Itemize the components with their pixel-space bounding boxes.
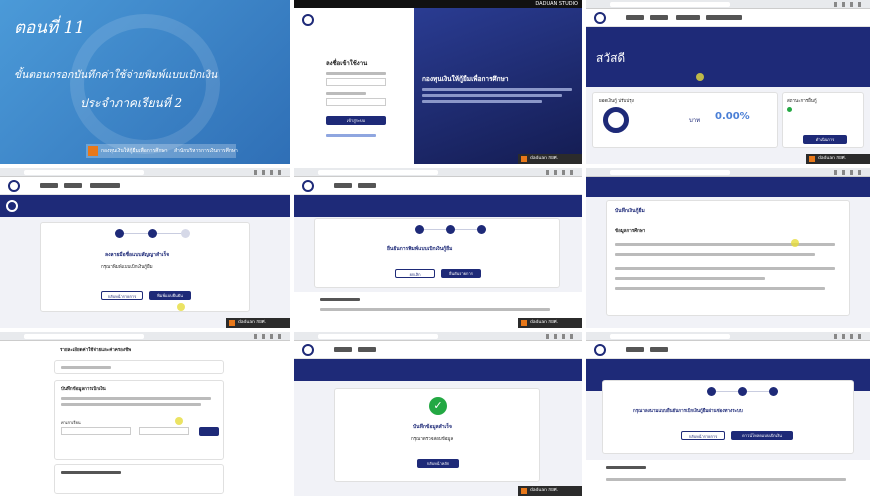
back-list-button[interactable]: กลับหน้ารายการ — [681, 431, 725, 440]
unit-label: บาท — [689, 117, 701, 124]
loan-info-section: ข้อมูลการศึกษา — [615, 229, 646, 234]
success-card: ✓ บันทึกข้อมูลสำเร็จ กรุณาตรวจสอบข้อมูล … — [334, 388, 540, 482]
form-heading: รายละเอียดค่าใช้จ่ายและค่าครองชีพ — [60, 348, 132, 353]
success-heading: บันทึกข้อมูลสำเร็จ — [413, 424, 452, 430]
print-card: กรุณาลงนามแบบยืนยันการเบิกเงินกู้ยืมผ่าน… — [602, 380, 854, 454]
cancel-button[interactable]: ยกเลิก — [395, 269, 435, 278]
download-form-button[interactable]: ดาวน์โหลดแบบเบิกเงิน — [731, 431, 793, 440]
progress-ring — [603, 107, 629, 133]
login-panel: ลงชื่อเข้าใช้งาน เข้าสู่ระบบ — [294, 8, 414, 164]
url-bar[interactable] — [610, 2, 730, 7]
home-button[interactable]: กลับหน้าหลัก — [417, 459, 459, 468]
form-card: บันทึกข้อมูลการเบิกเงิน ค่าเล่าเรียน — [54, 380, 224, 460]
print-heading: กรุณาลงนามแบบยืนยันการเบิกเงินกู้ยืมผ่าน… — [633, 409, 743, 414]
footer-bar: กองทุนเงินให้กู้ยืมเพื่อการศึกษา สำนักบร… — [86, 144, 238, 158]
logo-icon — [8, 180, 20, 192]
result-card: ลงลายมือชื่อแบบสัญญาสำเร็จ กรุณาพิมพ์แบบ… — [40, 222, 250, 312]
print-confirm-button[interactable]: พิมพ์แบบยืนยัน — [149, 291, 191, 300]
hero-band: สวัสดี — [586, 27, 870, 87]
expense-input-1[interactable] — [61, 427, 131, 435]
confirm-card: ยืนยันการพิมพ์แบบเบิกเงินกู้ยืม ยกเลิก ย… — [314, 218, 560, 288]
channel-stamp: daduan กยศ. — [518, 154, 582, 164]
title-heading-2: ประจำภาคเรียนที่ 2 — [80, 96, 183, 110]
greeting: สวัสดี — [596, 51, 626, 65]
confirm-button[interactable]: ยืนยันรายการ — [441, 269, 481, 278]
form-card-2 — [54, 464, 224, 494]
title-card: ตอนที่ 11 ขั้นตอนกรอกบันทึกค่าใช้จ่ายพิม… — [0, 0, 290, 164]
back-list-button[interactable]: กลับหน้ารายการ — [101, 291, 143, 300]
studio-label: DADUAN STUDIO — [535, 1, 578, 7]
signed-screen: ลงลายมือชื่อแบบสัญญาสำเร็จ กรุณาพิมพ์แบบ… — [0, 168, 290, 328]
episode-label: ตอนที่ 11 — [14, 18, 86, 38]
login-button[interactable]: เข้าสู่ระบบ — [326, 116, 386, 125]
logo-icon — [594, 12, 606, 24]
percent-value: 0.00% — [715, 111, 750, 122]
orange-logo-icon — [88, 146, 98, 156]
check-icon — [787, 107, 792, 112]
channel-stamp: daduan กยศ. — [518, 318, 582, 328]
success-screen: ✓ บันทึกข้อมูลสำเร็จ กรุณาตรวจสอบข้อมูล … — [294, 332, 582, 496]
login-title: ลงชื่อเข้าใช้งาน — [326, 60, 368, 67]
logo-icon — [6, 200, 18, 212]
result-heading: ลงลายมือชื่อแบบสัญญาสำเร็จ — [105, 252, 170, 258]
print-screen: กรุณาลงนามแบบยืนยันการเบิกเงินกู้ยืมผ่าน… — [586, 332, 870, 496]
history-table — [586, 460, 870, 496]
success-sub: กรุณาตรวจสอบข้อมูล — [411, 437, 454, 442]
loan-info-heading: บันทึกเงินกู้ยืม — [615, 208, 645, 214]
hero-title: กองทุนเงินให้กู้ยืมเพื่อการศึกษา — [422, 75, 509, 83]
username-input[interactable] — [326, 78, 386, 86]
loan-info-card: บันทึกเงินกู้ยืม ข้อมูลการศึกษา — [606, 200, 850, 316]
status-card: สถานะการยื่นกู้ ดำเนินการ — [782, 92, 864, 148]
top-nav — [586, 9, 870, 27]
confirm-screen: ยืนยันการพิมพ์แบบเบิกเงินกู้ยืม ยกเลิก ย… — [294, 168, 582, 328]
total-row — [54, 360, 224, 374]
footer-left: กองทุนเงินให้กู้ยืมเพื่อการศึกษา — [101, 148, 168, 154]
footer-right: สำนักบริหารการเงินการศึกษา — [174, 148, 238, 154]
cursor-highlight — [696, 73, 704, 81]
login-screen: DADUAN STUDIO ลงชื่อเข้าใช้งาน เข้าสู่ระ… — [294, 0, 582, 164]
result-sub: กรุณาพิมพ์แบบเบิกเงินกู้ยืม — [101, 265, 153, 270]
expense-form-screen: รายละเอียดค่าใช้จ่ายและค่าครองชีพ บันทึก… — [0, 332, 290, 496]
add-button[interactable] — [199, 427, 219, 436]
channel-stamp: daduan กยศ. — [226, 318, 290, 328]
form-sub: บันทึกข้อมูลการเบิกเงิน — [61, 387, 106, 392]
logo-icon — [594, 344, 606, 356]
logo-icon — [302, 180, 314, 192]
video-collage: ตอนที่ 11 ขั้นตอนกรอกบันทึกค่าใช้จ่ายพิม… — [0, 0, 870, 496]
success-check-icon: ✓ — [429, 397, 447, 415]
logo-icon — [302, 344, 314, 356]
login-hero: กองทุนเงินให้กู้ยืมเพื่อการศึกษา — [414, 8, 582, 164]
password-input[interactable] — [326, 98, 386, 106]
watermark-logo — [70, 14, 220, 154]
expense-input-2[interactable] — [139, 427, 189, 435]
dashboard-screen: สวัสดี ยอดเงินกู้ ปรับปรุง บาท 0.00% สถา… — [586, 0, 870, 164]
title-heading-1: ขั้นตอนกรอกบันทึกค่าใช้จ่ายพิมพ์แบบเบิกเ… — [14, 69, 218, 81]
channel-stamp: daduan กยศ. — [518, 486, 582, 496]
loan-info-screen: บันทึกเงินกู้ยืม ข้อมูลการศึกษา — [586, 168, 870, 328]
confirm-heading: ยืนยันการพิมพ์แบบเบิกเงินกู้ยืม — [387, 246, 453, 252]
channel-stamp: daduan กยศ. — [806, 154, 870, 164]
logo-icon — [302, 14, 314, 26]
proceed-button[interactable]: ดำเนินการ — [803, 135, 847, 144]
loan-card: ยอดเงินกู้ ปรับปรุง บาท 0.00% — [592, 92, 778, 148]
